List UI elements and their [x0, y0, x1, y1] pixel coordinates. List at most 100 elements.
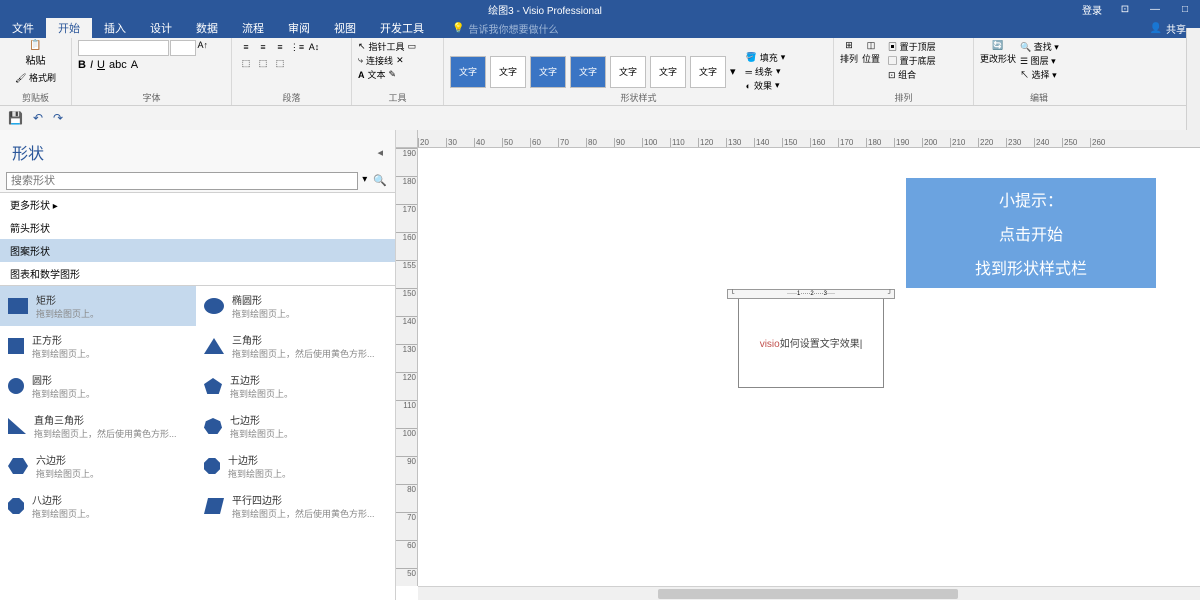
layer-button[interactable]: ☰ 图层 ▾: [1020, 54, 1059, 67]
shape-square[interactable]: 正方形拖到绘图页上。: [0, 326, 196, 366]
font-size-select[interactable]: [170, 40, 196, 56]
style-4[interactable]: 文字: [570, 56, 606, 88]
collapse-icon[interactable]: ◂: [377, 146, 383, 159]
format-painter[interactable]: 🖌 格式刷: [15, 71, 56, 84]
menu-file[interactable]: 文件: [0, 18, 46, 38]
search-dropdown-icon[interactable]: ▾: [360, 172, 369, 190]
undo-icon[interactable]: ↶: [33, 111, 43, 125]
shape-rect[interactable]: 矩形拖到绘图页上。: [0, 286, 196, 326]
find-button[interactable]: 🔍 查找 ▾: [1020, 40, 1059, 53]
font-color-button[interactable]: A: [131, 59, 138, 71]
connector-tool[interactable]: ⤷ 连接线 ✕: [358, 54, 416, 67]
valign-top-icon[interactable]: ⬚: [238, 56, 254, 70]
align-center-icon[interactable]: ≡: [255, 40, 271, 54]
style-7[interactable]: 文字: [690, 56, 726, 88]
valign-bot-icon[interactable]: ⬚: [272, 56, 288, 70]
bullet-list-icon[interactable]: ⋮≡: [289, 40, 305, 54]
gallery-more-icon[interactable]: ▾: [730, 65, 736, 78]
search-icon: 🔍: [1020, 42, 1031, 52]
shape-decagon[interactable]: 十边形拖到绘图页上。: [196, 446, 392, 486]
italic-button[interactable]: I: [90, 59, 93, 71]
cat-pattern[interactable]: 图案形状: [0, 239, 395, 262]
pencil-icon[interactable]: ✎: [389, 69, 397, 80]
login-button[interactable]: 登录: [1082, 2, 1102, 17]
share-icon: 👤: [1150, 23, 1162, 34]
x-tool-icon[interactable]: ✕: [396, 55, 404, 66]
menu-insert[interactable]: 插入: [92, 18, 138, 38]
select-button[interactable]: ↖ 选择 ▾: [1020, 68, 1059, 81]
paste-button[interactable]: 📋 粘贴: [20, 40, 52, 67]
rtriangle-icon: [8, 418, 26, 434]
text-tool[interactable]: A 文本 ✎: [358, 68, 416, 81]
menu-home[interactable]: 开始: [46, 18, 92, 38]
search-go-icon[interactable]: 🔍: [371, 172, 389, 190]
align-left-icon[interactable]: ≡: [238, 40, 254, 54]
back-icon: ▢: [888, 56, 897, 66]
scroll-thumb[interactable]: [658, 589, 958, 599]
underline-button[interactable]: U: [97, 59, 105, 71]
select-icon: ↖: [1020, 70, 1029, 80]
pointer-icon: ↖: [358, 41, 366, 52]
group-button[interactable]: ⊡ 组合: [888, 68, 936, 81]
menu-view[interactable]: 视图: [322, 18, 368, 38]
bold-button[interactable]: B: [78, 59, 86, 71]
drawing-canvas[interactable]: 小提示： 点击开始 找到形状样式栏 ·····1·····2·····3····…: [418, 148, 1200, 586]
pointer-tool[interactable]: ↖ 指针工具 ▭: [358, 40, 416, 53]
save-icon[interactable]: 💾: [8, 111, 23, 125]
shape-parallelogram[interactable]: 平行四边形拖到绘图页上，然后使用黄色方形...: [196, 486, 392, 526]
cat-more[interactable]: 更多形状 ▸: [0, 193, 395, 216]
text-direction-icon[interactable]: A↕: [306, 40, 322, 54]
font-grow-icon[interactable]: A↑: [197, 40, 208, 56]
arrange-button[interactable]: ⊞ 排列: [840, 40, 858, 65]
menu-data[interactable]: 数据: [184, 18, 230, 38]
text-shape-content[interactable]: visio如何设置文字效果|: [739, 299, 883, 350]
menu-design[interactable]: 设计: [138, 18, 184, 38]
menu-developer[interactable]: 开发工具: [368, 18, 436, 38]
style-6[interactable]: 文字: [650, 56, 686, 88]
shape-triangle[interactable]: 三角形拖到绘图页上，然后使用黄色方形...: [196, 326, 392, 366]
cat-chart[interactable]: 图表和数学图形: [0, 262, 395, 285]
shapes-search-input[interactable]: [6, 172, 358, 190]
hint-box: 小提示： 点击开始 找到形状样式栏: [906, 178, 1156, 288]
change-shape-button[interactable]: 🔄 更改形状: [980, 40, 1016, 81]
menu-review[interactable]: 审阅: [276, 18, 322, 38]
format-painter-label: 格式刷: [29, 73, 56, 83]
redo-icon[interactable]: ↷: [53, 111, 63, 125]
text-ruler[interactable]: ·····1·····2·····3····: [727, 289, 895, 299]
shape-circle[interactable]: 圆形拖到绘图页上。: [0, 366, 196, 406]
line-button[interactable]: ═线条 ▾: [746, 65, 786, 78]
position-button[interactable]: ◫ 位置: [862, 40, 880, 65]
shape-hexagon[interactable]: 六边形拖到绘图页上。: [0, 446, 196, 486]
style-5[interactable]: 文字: [610, 56, 646, 88]
shape-ellipse[interactable]: 椭圆形拖到绘图页上。: [196, 286, 392, 326]
brush-icon: 🖌: [15, 73, 26, 83]
ruler-corner: [396, 130, 418, 148]
shape-octagon[interactable]: 八边形拖到绘图页上。: [0, 486, 196, 526]
align-right-icon[interactable]: ≡: [272, 40, 288, 54]
maximize-icon[interactable]: □: [1178, 3, 1192, 15]
ruler-vertical[interactable]: 1901801701601551501401301201101009080706…: [396, 148, 418, 586]
font-family-select[interactable]: [78, 40, 169, 56]
ruler-horizontal[interactable]: 2030405060708090100110120130140150160170…: [418, 130, 1200, 148]
shape-pentagon[interactable]: 五边形拖到绘图页上。: [196, 366, 392, 406]
bring-front[interactable]: ▣ 置于顶层: [888, 40, 936, 53]
scrollbar-horizontal[interactable]: [418, 586, 1200, 600]
strike-button[interactable]: abc: [109, 59, 127, 71]
style-1[interactable]: 文字: [450, 56, 486, 88]
text-shape-editing[interactable]: ·····1·····2·····3···· visio如何设置文字效果|: [738, 298, 884, 388]
cat-arrow[interactable]: 箭头形状: [0, 216, 395, 239]
send-back[interactable]: ▢ 置于底层: [888, 54, 936, 67]
triangle-icon: [204, 338, 224, 354]
parallelogram-icon: [204, 498, 224, 514]
tell-me-search[interactable]: 💡 告诉我你想要做什么: [452, 21, 558, 36]
minimize-icon[interactable]: —: [1148, 3, 1162, 15]
shape-rtriangle[interactable]: 直角三角形拖到绘图页上，然后使用黄色方形...: [0, 406, 196, 446]
fill-button[interactable]: 🪣填充 ▾: [746, 51, 786, 64]
style-3[interactable]: 文字: [530, 56, 566, 88]
rect-tool-icon[interactable]: ▭: [408, 41, 417, 52]
menu-process[interactable]: 流程: [230, 18, 276, 38]
help-icon[interactable]: ⊡: [1118, 3, 1132, 15]
valign-mid-icon[interactable]: ⬚: [255, 56, 271, 70]
style-2[interactable]: 文字: [490, 56, 526, 88]
shape-heptagon[interactable]: 七边形拖到绘图页上。: [196, 406, 392, 446]
